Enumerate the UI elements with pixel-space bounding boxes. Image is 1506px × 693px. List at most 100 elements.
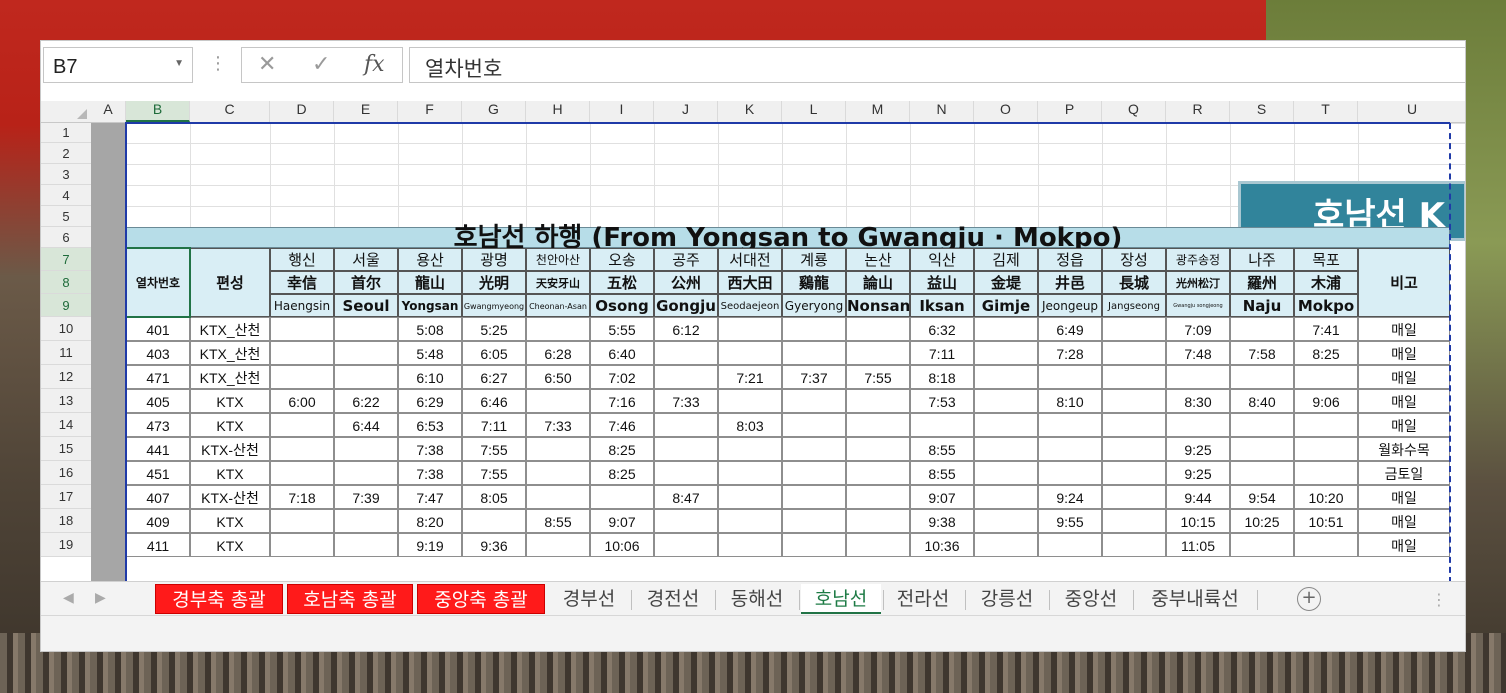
time-cell[interactable]: 6:27 [462,365,526,389]
column-header-h[interactable]: H [526,101,590,122]
time-cell[interactable]: 10:51 [1294,509,1358,533]
cancel-icon[interactable]: ✕ [258,52,276,77]
sheet-grid[interactable]: ABCDEFGHIJKLMNOPQRSTU 1 2 3 4 5 6 7 8 9 10 11 12 13 1… [41,101,1465,581]
time-cell[interactable]: 9:44 [1166,485,1230,509]
time-cell[interactable] [782,389,846,413]
time-cell[interactable]: 5:55 [590,317,654,341]
row-header-15[interactable]: 15 [41,437,91,461]
row-header-14[interactable]: 14 [41,413,91,437]
row-header-2[interactable]: 2 [41,143,91,164]
row-header-5[interactable]: 5 [41,206,91,227]
column-header-o[interactable]: O [974,101,1038,122]
time-cell[interactable] [1294,437,1358,461]
time-cell[interactable] [526,485,590,509]
time-cell[interactable]: 6:28 [526,341,590,365]
train-number-cell[interactable]: 411 [126,533,190,557]
time-cell[interactable] [718,341,782,365]
sheet-tab[interactable]: 경부선 [549,584,629,614]
time-cell[interactable] [974,317,1038,341]
time-cell[interactable]: 8:10 [1038,389,1102,413]
time-cell[interactable] [1102,365,1166,389]
time-cell[interactable]: 7:38 [398,437,462,461]
time-cell[interactable] [1038,413,1102,437]
remark-cell[interactable]: 매일 [1358,389,1450,413]
column-header-b[interactable]: B [126,101,190,122]
time-cell[interactable]: 6:32 [910,317,974,341]
time-cell[interactable]: 7:55 [846,365,910,389]
time-cell[interactable] [1230,365,1294,389]
train-type-cell[interactable]: KTX [190,389,270,413]
time-cell[interactable] [334,437,398,461]
time-cell[interactable]: 9:19 [398,533,462,557]
remark-cell[interactable]: 매일 [1358,485,1450,509]
time-cell[interactable]: 7:21 [718,365,782,389]
column-header-d[interactable]: D [270,101,334,122]
time-cell[interactable] [1102,533,1166,557]
row-header-6[interactable]: 6 [41,227,91,248]
time-cell[interactable] [462,509,526,533]
time-cell[interactable]: 6:10 [398,365,462,389]
time-cell[interactable] [718,533,782,557]
train-type-cell[interactable]: KTX [190,461,270,485]
row-header-7[interactable]: 7 [41,248,91,271]
time-cell[interactable]: 5:08 [398,317,462,341]
column-header-e[interactable]: E [334,101,398,122]
time-cell[interactable] [974,341,1038,365]
column-header-p[interactable]: P [1038,101,1102,122]
time-cell[interactable] [1166,365,1230,389]
time-cell[interactable] [1294,365,1358,389]
time-cell[interactable]: 9:07 [590,509,654,533]
time-cell[interactable]: 8:25 [590,437,654,461]
time-cell[interactable] [1230,317,1294,341]
tab-scroll-left-icon[interactable]: ◀ [63,590,74,606]
time-cell[interactable]: 7:11 [910,341,974,365]
row-header-18[interactable]: 18 [41,509,91,533]
row-header-11[interactable]: 11 [41,341,91,365]
time-cell[interactable] [1294,533,1358,557]
train-type-cell[interactable]: KTX [190,533,270,557]
remark-cell[interactable]: 매일 [1358,509,1450,533]
column-header-n[interactable]: N [910,101,974,122]
column-header-i[interactable]: I [590,101,654,122]
train-number-header[interactable]: 열차번호 [126,248,190,317]
column-header-a[interactable]: A [91,101,126,122]
remark-cell[interactable]: 월화수목 [1358,437,1450,461]
time-cell[interactable]: 6:53 [398,413,462,437]
time-cell[interactable] [334,365,398,389]
time-cell[interactable] [654,461,718,485]
chevron-down-icon[interactable]: ▼ [174,58,184,69]
time-cell[interactable]: 8:55 [910,461,974,485]
time-cell[interactable] [846,485,910,509]
time-cell[interactable]: 7:09 [1166,317,1230,341]
train-type-cell[interactable]: KTX [190,413,270,437]
time-cell[interactable] [782,413,846,437]
time-cell[interactable] [654,341,718,365]
time-cell[interactable] [526,317,590,341]
time-cell[interactable] [334,533,398,557]
time-cell[interactable] [1102,389,1166,413]
train-number-cell[interactable]: 471 [126,365,190,389]
time-cell[interactable]: 7:48 [1166,341,1230,365]
time-cell[interactable]: 8:47 [654,485,718,509]
time-cell[interactable]: 6:50 [526,365,590,389]
time-cell[interactable]: 8:55 [910,437,974,461]
train-type-cell[interactable]: KTX_산천 [190,341,270,365]
time-cell[interactable]: 6:05 [462,341,526,365]
time-cell[interactable] [974,509,1038,533]
time-cell[interactable]: 7:16 [590,389,654,413]
time-cell[interactable]: 7:02 [590,365,654,389]
time-cell[interactable]: 9:25 [1166,461,1230,485]
time-cell[interactable] [846,317,910,341]
time-cell[interactable]: 7:46 [590,413,654,437]
time-cell[interactable]: 6:00 [270,389,334,413]
time-cell[interactable] [974,533,1038,557]
time-cell[interactable] [334,461,398,485]
remark-cell[interactable]: 매일 [1358,317,1450,341]
time-cell[interactable]: 8:25 [590,461,654,485]
time-cell[interactable] [718,389,782,413]
time-cell[interactable] [526,389,590,413]
remark-cell[interactable]: 매일 [1358,413,1450,437]
add-sheet-icon[interactable]: + [1297,587,1321,611]
time-cell[interactable]: 6:12 [654,317,718,341]
time-cell[interactable] [334,317,398,341]
